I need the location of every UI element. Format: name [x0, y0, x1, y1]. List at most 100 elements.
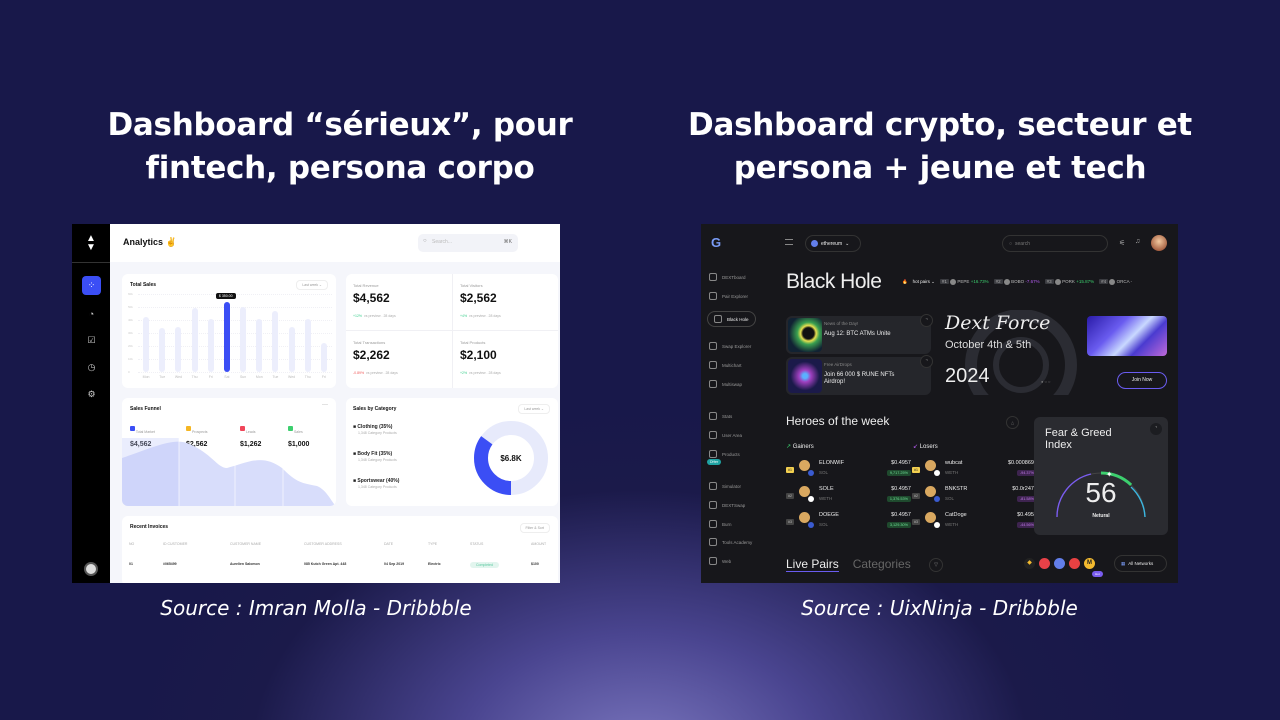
- filter-button[interactable]: ▽: [929, 558, 943, 572]
- loser-row[interactable]: #2 BNKSTR SOL $0.0r2471 -81.58%: [912, 486, 1037, 508]
- column-header[interactable]: DATE: [384, 542, 393, 546]
- clock-icon[interactable]: ◷: [83, 359, 100, 376]
- column-header[interactable]: CUSTOMER NAME: [230, 542, 261, 546]
- token-chain: WETH: [819, 496, 833, 501]
- bnb-icon[interactable]: ◆: [1024, 558, 1035, 569]
- sales-bar[interactable]: [304, 318, 311, 372]
- user-avatar[interactable]: [1151, 235, 1167, 251]
- chain-icon: [808, 522, 814, 528]
- sales-bar[interactable]: [223, 301, 230, 372]
- user-avatar[interactable]: [84, 562, 98, 576]
- arbitrum-icon[interactable]: [1039, 558, 1050, 569]
- category-label: ■ Body Fit (35%): [353, 451, 393, 457]
- sales-bar[interactable]: [272, 310, 279, 372]
- chain-icon: [808, 496, 814, 502]
- dashboard-icon[interactable]: ⁘: [82, 276, 101, 295]
- nav-item-dextboard[interactable]: DEXTboard: [709, 273, 746, 281]
- nav-item-multiswap[interactable]: Multiswap: [709, 380, 742, 388]
- kpi-value: $2,562: [460, 291, 497, 305]
- bell-icon[interactable]: ♫: [1135, 238, 1140, 245]
- nav-item-dextswap[interactable]: DEXTSwap: [709, 501, 745, 509]
- kpi-delta: +12% vs preview . 28 days: [353, 314, 396, 318]
- ticker-item[interactable]: #3 PORK +15.87%: [1044, 279, 1094, 285]
- sales-bar[interactable]: [288, 326, 295, 372]
- event-banner[interactable]: Dext Force October 4th & 5th 2024 ● ○ ○ …: [941, 310, 1171, 395]
- ethereum-icon[interactable]: [1054, 558, 1065, 569]
- hot-pairs-ticker[interactable]: 🔥 hot pairs ⌄ #1 PEPE +16.73% #2 BOBO -7.67…: [902, 279, 1132, 285]
- join-now-button[interactable]: Join Now: [1117, 372, 1167, 389]
- nav-item-swap-explorer[interactable]: Swap Explorer: [709, 342, 751, 350]
- filters-icon[interactable]: ⚟: [1119, 239, 1125, 247]
- nav-item-tools-academy[interactable]: Tools Academy: [709, 538, 752, 546]
- range-select[interactable]: Last week ⌄: [518, 404, 550, 414]
- settings-icon[interactable]: ⚙: [83, 386, 100, 403]
- nav-label: Stats: [722, 413, 733, 419]
- gainer-row[interactable]: #1 ELONWIF SOL $0.4957 9,717.25%: [786, 460, 911, 482]
- open-arrow-icon[interactable]: ⌝: [920, 314, 933, 327]
- nav-item-black-hole[interactable]: Black Hole: [707, 311, 756, 327]
- avalanche-icon[interactable]: [1069, 558, 1080, 569]
- nav-item-burn[interactable]: Burn: [709, 520, 732, 528]
- column-header[interactable]: NO: [129, 542, 134, 546]
- nav-item-products[interactable]: Products: [709, 450, 740, 458]
- gainer-row[interactable]: #2 SOLE WETH $0.4957 1,376.53%: [786, 486, 911, 508]
- x-tick: Sun: [239, 375, 247, 379]
- sales-bar[interactable]: [159, 327, 166, 372]
- gainer-row[interactable]: #3 DOEGE SOL $0.4957 3,129.30%: [786, 512, 911, 534]
- nav-item-simulator[interactable]: Simulator: [709, 482, 741, 490]
- nav-item-user-area[interactable]: User Area: [709, 431, 742, 439]
- nav-item-stats[interactable]: Stats: [709, 412, 732, 420]
- ticker-item[interactable]: #4 ORCA -: [1099, 279, 1132, 285]
- multichain-icon[interactable]: M: [1084, 558, 1095, 569]
- nav-item-pair-explorer[interactable]: Pair Explorer: [709, 292, 748, 300]
- ticker-item[interactable]: #1 PEPE +16.73%: [939, 279, 989, 285]
- nav-item-web[interactable]: Web: [709, 557, 731, 565]
- token-avatar: [925, 460, 936, 471]
- filter-sort-button[interactable]: Filter & Sort: [519, 523, 550, 533]
- token-avatar: [925, 512, 936, 523]
- carousel-dots[interactable]: ● ○ ○: [1041, 379, 1050, 384]
- nav-label: Simulator: [722, 483, 742, 489]
- search-input[interactable]: ○ search: [1002, 235, 1108, 252]
- sales-bar[interactable]: [240, 307, 247, 372]
- sales-bar[interactable]: [320, 343, 327, 372]
- column-header[interactable]: STATUS: [470, 542, 483, 546]
- column-header[interactable]: CUSTOMER ADDRESS: [304, 542, 342, 546]
- tasks-icon[interactable]: ☑: [83, 332, 100, 349]
- search-input[interactable]: ○ Search... ⌘K: [418, 234, 518, 252]
- chart-icon[interactable]: ◔: [83, 305, 100, 322]
- nav-item-multichart[interactable]: Multichart: [709, 361, 742, 369]
- collapse-button[interactable]: △: [1006, 416, 1019, 429]
- nav-label: Multiswap: [722, 381, 743, 387]
- open-arrow-icon[interactable]: ⌝: [920, 355, 933, 368]
- tab-categories[interactable]: Categories: [853, 557, 911, 572]
- nav-label: Pair Explorer: [722, 293, 749, 299]
- token-avatar: [799, 512, 810, 523]
- loser-row[interactable]: #1 wubcat WETH $0.0008694 -94.37%: [912, 460, 1037, 482]
- sales-by-category-card: Sales by Category Last week ⌄ ■ Clothing…: [346, 398, 558, 506]
- network-selector[interactable]: ethereum ⌄: [805, 235, 861, 252]
- news-card[interactable]: News of the Day! Aug 12: BTC ATMs Unite ⌝: [786, 314, 933, 354]
- event-year: 2024: [945, 365, 990, 387]
- column-header[interactable]: ID CUSTOMER: [163, 542, 187, 546]
- tab-live-pairs[interactable]: Live Pairs: [786, 557, 839, 572]
- ticker-item[interactable]: #2 BOBO -7.67%: [993, 279, 1040, 285]
- range-select[interactable]: Last week ⌄: [296, 280, 328, 290]
- sales-bar[interactable]: [207, 318, 214, 372]
- sales-bar[interactable]: [175, 326, 182, 372]
- sales-bar[interactable]: [256, 318, 263, 372]
- column-header[interactable]: AMOUNT: [531, 542, 546, 546]
- column-header[interactable]: TYPE: [428, 542, 437, 546]
- card-title: Total Sales: [130, 282, 157, 288]
- fear-greed-card[interactable]: Fear & Greed Index ⌝ ✦ 56 Netural: [1034, 417, 1168, 535]
- all-networks-button[interactable]: ▦ All Networks: [1114, 555, 1167, 572]
- expand-icon[interactable]: ⌝: [1150, 423, 1162, 435]
- category-sub: 1,348 Category Products: [358, 458, 397, 462]
- sales-bar[interactable]: [191, 308, 198, 372]
- more-button[interactable]: ···: [322, 402, 328, 408]
- loser-row[interactable]: #3 CatDoge WETH $0.4957 -44.56%: [912, 512, 1037, 534]
- news-card[interactable]: Free AirDrops Join 66 000 $ RUNE NFTs Air…: [786, 355, 933, 395]
- sales-bar[interactable]: [143, 317, 150, 372]
- menu-icon[interactable]: [785, 239, 793, 245]
- search-placeholder: Search...: [432, 239, 453, 245]
